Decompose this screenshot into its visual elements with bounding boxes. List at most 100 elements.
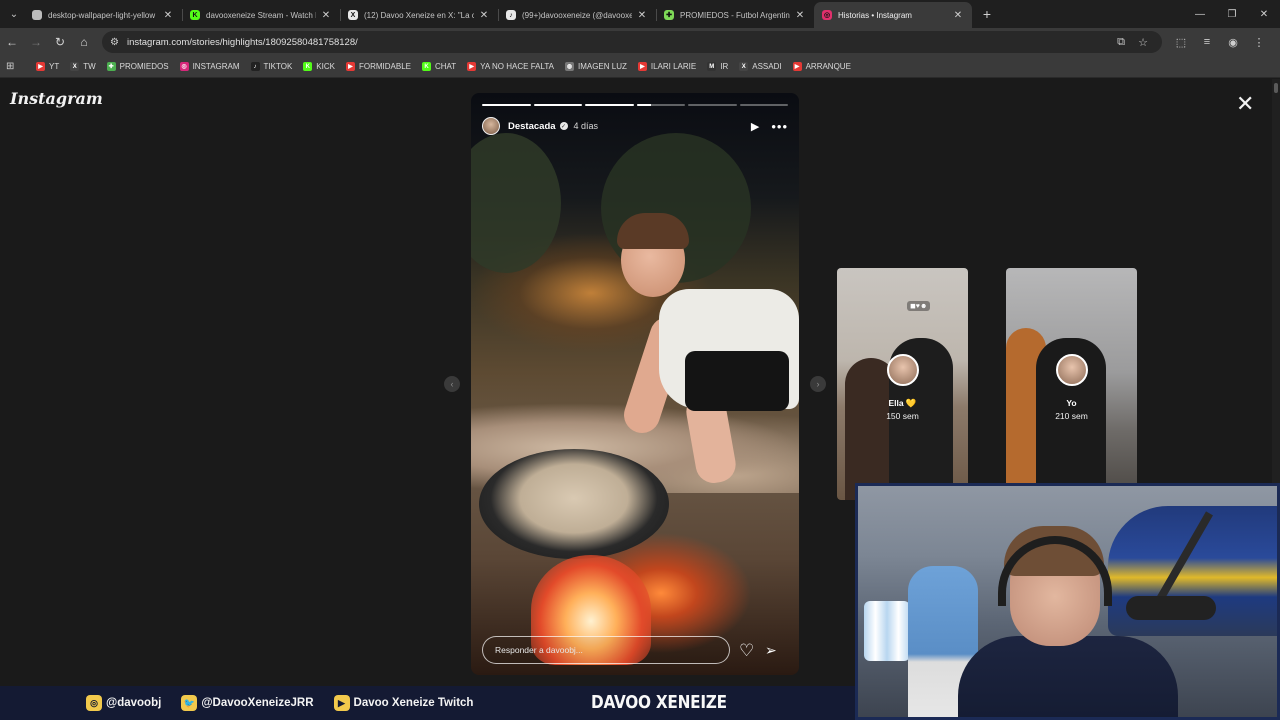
social-handle: ◎ @davoobj — [86, 695, 161, 711]
bookmark-item[interactable]: ▶ ARRANQUE — [792, 62, 851, 71]
bookmark-label: KICK — [316, 62, 335, 71]
progress-segment — [585, 104, 634, 106]
more-options-icon[interactable]: ••• — [771, 119, 788, 134]
site-info-icon[interactable]: ⚙ — [110, 37, 119, 48]
browser-menu-icon[interactable]: ⋮ — [1246, 36, 1272, 49]
bookmark-label: ILARI LARIE — [650, 62, 697, 71]
bookmarks-bar: ⊞ ▶ YT X TW ✚ PROMIEDOS ◎ INSTAGRAM ♪ TIKTOK K KICK… — [0, 56, 1280, 78]
tab-close-icon[interactable]: ✕ — [162, 10, 174, 21]
progress-segment-fill — [533, 104, 582, 106]
bookmark-label: INSTAGRAM — [192, 62, 240, 71]
globe-icon — [32, 10, 42, 20]
promiedos-icon: ✚ — [664, 10, 674, 20]
bookmark-item[interactable]: ▶ YT — [36, 62, 59, 71]
bookmark-star-icon[interactable]: ☆ — [1132, 36, 1154, 49]
story-preview-ella[interactable]: ◼♥☻ Ella 💛 150 sem — [837, 268, 968, 500]
bookmark-item[interactable]: ▶ YA NO HACE FALTA — [467, 62, 554, 71]
youtube-icon: ▶ — [467, 62, 477, 71]
bookmark-item[interactable]: K CHAT — [421, 62, 457, 71]
home-icon[interactable]: ⌂ — [72, 35, 96, 49]
bookmark-label: CHAT — [434, 62, 457, 71]
forward-arrow-icon[interactable]: → — [24, 35, 48, 49]
tab-close-icon[interactable]: ✕ — [320, 10, 332, 21]
browser-tab[interactable]: Kdavooxeneize Stream - Watch L ✕ — [182, 2, 340, 28]
next-story-icon[interactable]: › — [810, 376, 826, 392]
reply-input[interactable]: Responder a davoobj... — [482, 636, 730, 664]
bookmark-label: TIKTOK — [263, 62, 293, 71]
bookmark-item[interactable]: ♪ TIKTOK — [250, 62, 293, 71]
bookmark-item[interactable]: X TW — [70, 62, 96, 71]
story-preview-yo[interactable]: Yo 210 sem — [1006, 268, 1137, 500]
bookmark-label: ARRANQUE — [805, 62, 851, 71]
progress-segment-fill — [585, 104, 634, 106]
close-window-icon[interactable]: ✕ — [1248, 9, 1280, 20]
tab-close-icon[interactable]: ✕ — [794, 10, 806, 21]
window-controls: — ❐ ✕ — [1184, 9, 1280, 20]
story-progress-bar — [482, 104, 788, 106]
tab-search-chevron-icon[interactable]: ⌄ — [4, 4, 24, 24]
story-photo-bush — [471, 133, 561, 273]
preview-avatar — [1056, 354, 1088, 386]
close-viewer-icon[interactable]: ✕ — [1236, 93, 1254, 115]
tab-title: davooxeneize Stream - Watch L — [206, 10, 316, 20]
share-send-icon[interactable]: ➢ — [765, 642, 777, 659]
tab-close-icon[interactable]: ✕ — [952, 10, 964, 21]
story-username[interactable]: Destacada — [508, 121, 556, 132]
social-label: Davoo Xeneize Twitch — [353, 697, 474, 709]
browser-tab[interactable]: ◎ Historias • Instagram ✕ — [814, 2, 972, 28]
progress-segment — [533, 104, 582, 106]
x-icon: X — [348, 10, 358, 20]
kick-icon: K — [190, 10, 200, 20]
scrollbar-thumb[interactable] — [1274, 83, 1278, 93]
bookmark-label: FORMIDABLE — [358, 62, 411, 71]
story-photo-hair — [617, 213, 689, 249]
browser-tab[interactable]: ♪ (99+)davooxeneize (@davooxe ✕ — [498, 2, 656, 28]
story-user-avatar[interactable] — [482, 117, 500, 135]
profile-avatar-icon[interactable]: ◉ — [1220, 36, 1246, 49]
browser-tab[interactable]: ✚ PROMIEDOS - Futbol Argentino ✕ — [656, 2, 814, 28]
tab-title: Historias • Instagram — [838, 10, 912, 20]
bookmark-item[interactable]: K KICK — [303, 62, 335, 71]
youtube-icon: ▶ — [333, 695, 350, 711]
story-timestamp: 4 días — [573, 121, 599, 131]
verified-badge-icon: ✓ — [559, 122, 568, 130]
instagram-logo[interactable]: Instagram — [10, 89, 103, 108]
new-tab-button[interactable]: + — [976, 6, 998, 22]
restore-icon[interactable]: ❐ — [1216, 9, 1248, 20]
url-text[interactable]: instagram.com/stories/highlights/1809258… — [127, 37, 1110, 48]
address-bar[interactable]: ⚙ instagram.com/stories/highlights/18092… — [102, 31, 1162, 53]
progress-segment — [636, 104, 685, 106]
tab-title: desktop-wallpaper-light-yellow — [48, 10, 156, 20]
social-handle: ▶ Davoo Xeneize Twitch — [333, 695, 474, 711]
minimize-icon[interactable]: — — [1184, 9, 1216, 20]
webcam-microphone — [1126, 596, 1216, 620]
webcam-argentina-jersey — [864, 601, 910, 661]
twitter-bird-icon: 🐦 — [181, 695, 198, 711]
bookmark-item[interactable]: X ASSADI — [739, 62, 782, 71]
bookmark-item[interactable]: ◍ IMAGEN LUZ — [564, 62, 627, 71]
play-icon[interactable]: ▶ — [751, 120, 759, 133]
preview-name: Yo — [1066, 398, 1077, 408]
bookmark-item[interactable]: ✚ PROMIEDOS — [106, 62, 169, 71]
bookmark-item[interactable]: M IR — [707, 62, 728, 71]
media-controls-icon[interactable]: ≡ — [1194, 36, 1220, 49]
streamer-brand-name: DAVOO XENEIZE — [591, 692, 727, 713]
like-heart-icon[interactable]: ♡ — [739, 641, 754, 661]
bookmark-item[interactable]: ◎ INSTAGRAM — [179, 62, 240, 71]
tab-close-icon[interactable]: ✕ — [478, 10, 490, 21]
apps-grid-icon[interactable]: ⊞ — [6, 61, 22, 72]
story-card[interactable]: Destacada ✓ 4 días ▶ ••• Responder a dav… — [471, 93, 799, 675]
bookmark-label: ASSADI — [752, 62, 782, 71]
preview-name: Ella 💛 — [888, 398, 917, 408]
install-app-icon[interactable]: ⧉ — [1110, 36, 1132, 49]
back-arrow-icon[interactable]: ← — [0, 35, 24, 49]
reload-icon[interactable]: ↻ — [48, 35, 72, 49]
tiktok-icon: ♪ — [250, 62, 260, 71]
bookmark-item[interactable]: ▶ ILARI LARIE — [637, 62, 697, 71]
bookmark-item[interactable]: ▶ FORMIDABLE — [345, 62, 411, 71]
extensions-icon[interactable]: ⬚ — [1168, 36, 1194, 49]
previous-story-icon[interactable]: ‹ — [444, 376, 460, 392]
browser-tab[interactable]: X (12) Davoo Xeneize en X: "La c ✕ — [340, 2, 498, 28]
browser-tab[interactable]: desktop-wallpaper-light-yellow ✕ — [24, 2, 182, 28]
tab-close-icon[interactable]: ✕ — [636, 10, 648, 21]
